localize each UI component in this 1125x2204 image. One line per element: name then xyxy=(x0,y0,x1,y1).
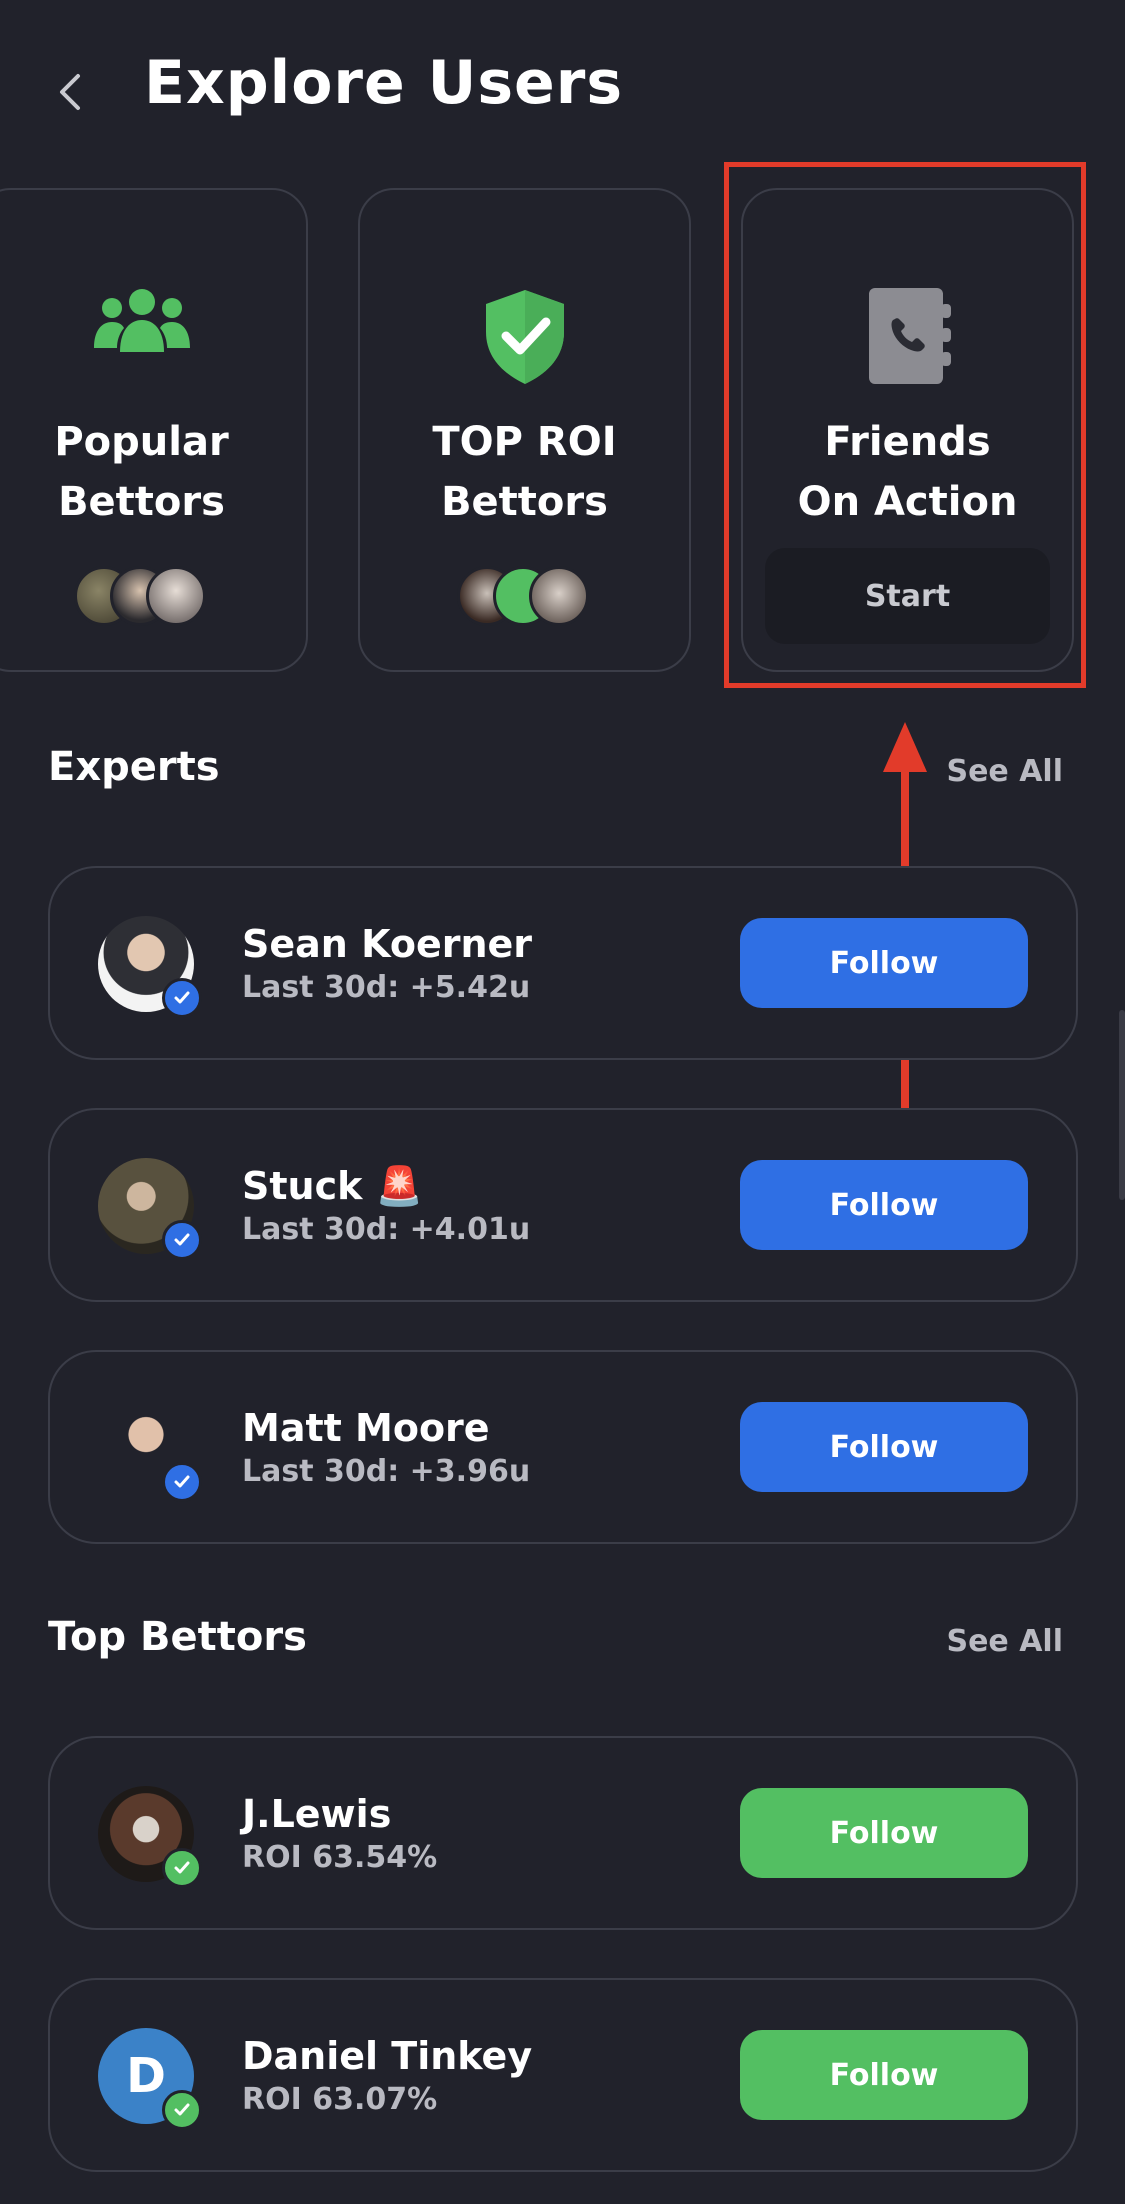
avatar xyxy=(528,566,589,626)
avatar-stack xyxy=(456,566,593,630)
user-name: Stuck 🚨 xyxy=(242,1164,423,1208)
expert-row[interactable]: Sean Koerner Last 30d: +5.42u Follow xyxy=(48,866,1078,1060)
user-name: J.Lewis xyxy=(242,1792,392,1836)
section-title-experts: Experts xyxy=(48,744,220,790)
page-title: Explore Users xyxy=(144,48,624,118)
card-title: TOP ROI Bettors xyxy=(432,419,617,525)
see-all-experts-link[interactable]: See All xyxy=(946,754,1063,789)
follow-button[interactable]: Follow xyxy=(740,1402,1028,1492)
follow-button[interactable]: Follow xyxy=(740,918,1028,1008)
user-stat: ROI 63.07% xyxy=(242,2082,438,2117)
user-stat: ROI 63.54% xyxy=(242,1840,438,1875)
category-card-popular-bettors[interactable]: Popular Bettors xyxy=(0,188,308,672)
user-stat: Last 30d: +3.96u xyxy=(242,1454,531,1489)
shield-check-badge-icon xyxy=(162,2090,202,2130)
bettor-row[interactable]: D Daniel Tinkey ROI 63.07% Follow xyxy=(48,1978,1078,2172)
back-chevron-icon[interactable] xyxy=(50,62,90,122)
expert-row[interactable]: Matt Moore Last 30d: +3.96u Follow xyxy=(48,1350,1078,1544)
verified-badge-icon xyxy=(162,1220,202,1260)
scrollbar[interactable] xyxy=(1119,1010,1125,1200)
highlight-box xyxy=(724,162,1086,688)
user-name: Daniel Tinkey xyxy=(242,2034,533,2078)
shield-check-badge-icon xyxy=(162,1848,202,1888)
users-group-icon xyxy=(93,289,190,352)
verified-badge-icon xyxy=(162,1462,202,1502)
verified-badge-icon xyxy=(162,978,202,1018)
follow-button[interactable]: Follow xyxy=(740,1788,1028,1878)
user-name: Sean Koerner xyxy=(242,922,533,966)
category-card-top-roi-bettors[interactable]: TOP ROI Bettors xyxy=(358,188,691,672)
follow-button[interactable]: Follow xyxy=(740,2030,1028,2120)
bettor-row[interactable]: J.Lewis ROI 63.54% Follow xyxy=(48,1736,1078,1930)
card-title: Popular Bettors xyxy=(54,419,229,525)
header: Explore Users xyxy=(0,0,1125,170)
user-stat: Last 30d: +4.01u xyxy=(242,1212,531,1247)
avatar xyxy=(145,566,206,626)
avatar-initial: D xyxy=(126,2048,166,2104)
see-all-top-bettors-link[interactable]: See All xyxy=(946,1624,1063,1659)
avatar-stack xyxy=(73,566,210,630)
user-stat: Last 30d: +5.42u xyxy=(242,970,531,1005)
expert-row[interactable]: Stuck 🚨 Last 30d: +4.01u Follow xyxy=(48,1108,1078,1302)
section-title-top-bettors: Top Bettors xyxy=(48,1614,307,1660)
follow-button[interactable]: Follow xyxy=(740,1160,1028,1250)
shield-check-icon xyxy=(485,290,564,384)
user-name: Matt Moore xyxy=(242,1406,490,1450)
